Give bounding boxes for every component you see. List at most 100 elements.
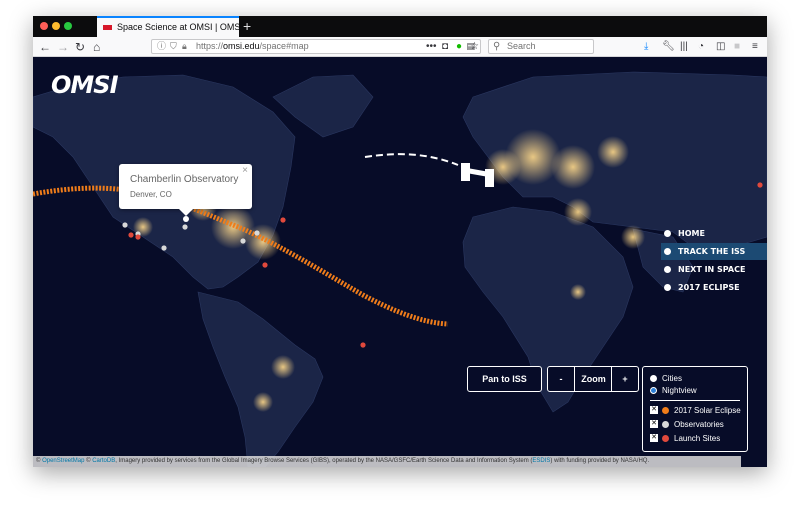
attribution-copyright: © (86, 458, 91, 464)
layer-separator (650, 400, 740, 401)
search-placeholder: Search (507, 41, 536, 51)
esdis-link[interactable]: ESDIS (532, 458, 550, 464)
popup-subtitle: Denver, CO (130, 190, 172, 199)
checkbox-checked-icon[interactable]: ✕ (650, 406, 658, 414)
radio-nightview[interactable] (650, 387, 657, 394)
maximize-window-button[interactable] (64, 22, 72, 30)
info-icon[interactable]: ⓘ (157, 40, 166, 53)
layer-control: Cities Nightview ✕ 2017 Solar Eclipse ✕ … (642, 366, 748, 452)
close-window-button[interactable] (40, 22, 48, 30)
reload-icon[interactable]: ↻ (75, 39, 85, 55)
nav-dot-icon (664, 266, 671, 273)
nav-label: NEXT IN SPACE (678, 265, 746, 274)
zoom-label: Zoom (581, 374, 606, 384)
launch-site-marker[interactable] (360, 342, 366, 348)
download-icon[interactable]: ⤓ (644, 40, 648, 54)
sidebar-icon[interactable]: ◫ (716, 40, 725, 54)
launch-site-marker[interactable] (262, 262, 268, 268)
eclipse-swatch (662, 407, 669, 414)
observatory-marker[interactable] (122, 222, 128, 228)
overlay-label: Launch Sites (674, 434, 721, 443)
home-icon[interactable]: ⌂ (93, 39, 100, 55)
city-lights-glow (245, 224, 281, 260)
selected-observatory-marker[interactable] (183, 216, 189, 222)
pan-to-iss-button[interactable]: Pan to ISS (467, 366, 542, 392)
launch-site-marker[interactable] (280, 217, 286, 223)
nav-home[interactable]: HOME (661, 225, 767, 242)
observatory-marker[interactable] (182, 224, 188, 230)
extension-icon[interactable]: ● (456, 40, 462, 54)
library-icon[interactable]: ||| (680, 40, 688, 54)
checkbox-checked-icon[interactable]: ✕ (650, 420, 658, 428)
world-map[interactable]: OMSI Chamberlin Observatory Denver, CO ×… (33, 57, 767, 467)
observatory-marker[interactable] (161, 245, 167, 251)
launch-site-marker[interactable] (135, 234, 141, 240)
attribution-copyright: © (36, 458, 41, 464)
attribution-text: ) with funding provided by NASA/HQ. (550, 458, 650, 464)
wrench-icon[interactable]: 🔧︎ (662, 40, 675, 54)
city-lights-glow (551, 145, 595, 189)
pocket-icon[interactable]: ◘ (442, 40, 448, 54)
forward-icon[interactable]: → (57, 39, 69, 55)
attribution-text: , Imagery provided by services from the … (115, 458, 533, 464)
launch-site-marker[interactable] (128, 232, 134, 238)
cartodb-link[interactable]: CartoDB (92, 458, 115, 464)
zoom-in-button[interactable]: + (611, 367, 638, 391)
sync-icon[interactable]: ◔ (698, 40, 704, 54)
layer-nightview[interactable]: Nightview (650, 385, 697, 396)
new-tab-button[interactable]: + (243, 17, 251, 35)
search-input[interactable]: ⚲ Search (488, 39, 594, 54)
nav-dot-icon (664, 230, 671, 237)
lock-icon[interactable]: 🔒︎ (182, 40, 187, 53)
launch-site-swatch (662, 435, 669, 442)
iss-orbit-line (364, 153, 459, 166)
layer-cities[interactable]: Cities (650, 373, 682, 384)
city-lights-glow (621, 225, 645, 249)
launch-site-marker[interactable] (757, 182, 763, 188)
nav-label: TRACK THE ISS (678, 247, 746, 256)
overlay-launch-sites[interactable]: ✕ Launch Sites (650, 433, 720, 444)
star-icon[interactable]: ☆ (470, 40, 479, 54)
city-lights-glow (597, 136, 629, 168)
tab-strip: Space Science at OMSI | OMSI + (33, 16, 767, 37)
nav-label: HOME (678, 229, 705, 238)
url-host: omsi.edu (223, 41, 260, 51)
observatory-marker[interactable] (254, 230, 260, 236)
radio-cities[interactable] (650, 375, 657, 382)
checkbox-checked-icon[interactable]: ✕ (650, 434, 658, 442)
zoom-out-button[interactable]: - (548, 367, 575, 391)
overlay-observatories[interactable]: ✕ Observatories (650, 419, 724, 430)
nav-dot-icon (664, 284, 671, 291)
nav-next-in-space[interactable]: NEXT IN SPACE (661, 261, 767, 278)
greenland-landmass (272, 74, 374, 138)
back-icon[interactable]: ← (39, 39, 51, 55)
omsi-logo[interactable]: OMSI (51, 71, 118, 99)
section-nav: HOME TRACK THE ISS NEXT IN SPACE 2017 EC… (661, 225, 767, 297)
nav-track-iss[interactable]: TRACK THE ISS (661, 243, 767, 260)
popup-close-icon[interactable]: × (242, 165, 248, 176)
search-icon: ⚲ (493, 41, 501, 52)
city-lights-glow (271, 355, 295, 379)
blank-addon-icon[interactable]: ■ (734, 40, 740, 54)
shield-icon[interactable]: ⛉ (170, 40, 177, 53)
url-scheme: https:// (196, 41, 224, 51)
observatory-marker[interactable] (240, 238, 246, 244)
popup-title: Chamberlin Observatory (130, 174, 239, 185)
city-lights-glow (564, 198, 592, 226)
url-path: /space#map (259, 41, 309, 51)
nav-2017-eclipse[interactable]: 2017 ECLIPSE (661, 279, 767, 296)
navigation-bar: ← → ↻ ⌂ ⓘ ⛉ 🔒︎ https://omsi.edu/space#ma… (33, 37, 767, 57)
more-icon[interactable]: ••• (426, 40, 437, 54)
city-lights-glow (570, 284, 586, 300)
menu-icon[interactable]: ≡ (752, 40, 758, 54)
minimize-window-button[interactable] (52, 22, 60, 30)
observatory-popup: Chamberlin Observatory Denver, CO × (119, 164, 252, 216)
overlay-solar-eclipse[interactable]: ✕ 2017 Solar Eclipse (650, 405, 741, 416)
tab-omsi[interactable]: Space Science at OMSI | OMSI (97, 16, 239, 37)
nav-dot-icon (664, 248, 671, 255)
layer-label: Nightview (662, 386, 697, 395)
observatory-swatch (662, 421, 669, 428)
nav-label: 2017 ECLIPSE (678, 283, 740, 292)
zoom-control: - Zoom + (547, 366, 639, 392)
openstreetmap-link[interactable]: OpenStreetMap (42, 458, 84, 464)
